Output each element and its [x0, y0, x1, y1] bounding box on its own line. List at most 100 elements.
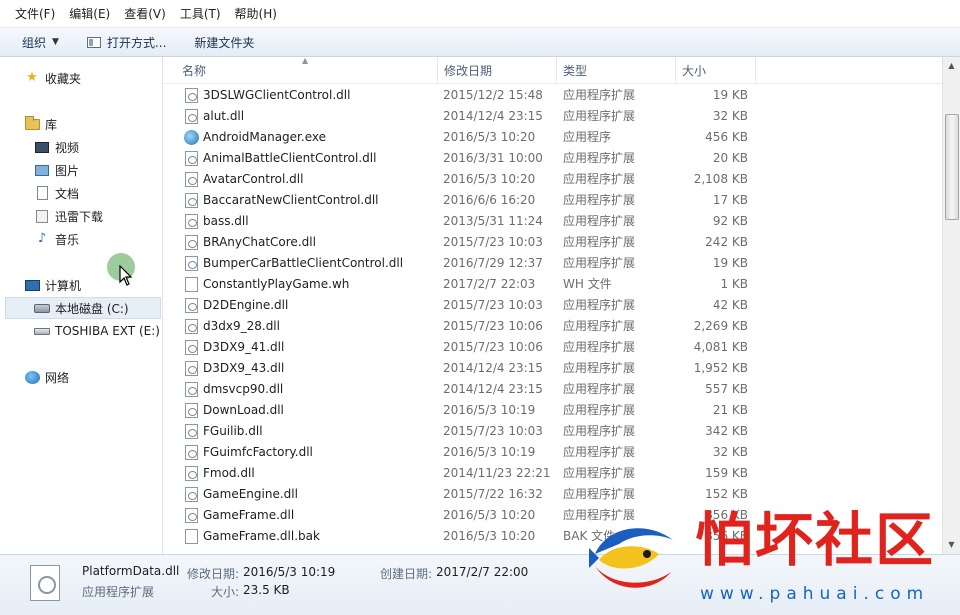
- nav-thunder-downloads[interactable]: 迅雷下载: [0, 205, 162, 227]
- picture-icon: [34, 162, 50, 178]
- file-size: 21 KB: [712, 403, 748, 417]
- column-date-modified[interactable]: 修改日期: [438, 57, 557, 84]
- file-type: 应用程序扩展: [563, 256, 636, 270]
- file-date-modified: 2015/7/23 10:03: [443, 424, 543, 438]
- dll-file-icon: [185, 214, 198, 229]
- file-row[interactable]: AndroidManager.exe 2016/5/3 10:20 应用程序 456 …: [164, 127, 942, 148]
- nav-libraries-label: 库: [45, 117, 58, 132]
- file-date-modified: 2016/5/3 10:20: [443, 508, 536, 522]
- dll-file-icon: [185, 298, 198, 313]
- file-row[interactable]: BumperCarBattleClientControl.dll 2016/7/2…: [164, 253, 942, 274]
- mouse-cursor-icon: [119, 265, 133, 286]
- file-date-modified: 2014/11/23 22:21: [443, 466, 551, 480]
- scroll-up-arrow-icon[interactable]: ▲: [943, 59, 960, 73]
- file-size: 32 KB: [712, 445, 748, 459]
- nav-libraries[interactable]: 库: [0, 113, 162, 135]
- organize-button[interactable]: 组织 ▼: [14, 31, 67, 53]
- file-row[interactable]: bass.dll 2013/5/31 11:24 应用程序扩展 92 KB: [164, 211, 942, 232]
- nav-videos[interactable]: 视频: [0, 136, 162, 158]
- menu-bar: 文件(F) 编辑(E) 查看(V) 工具(T) 帮助(H): [0, 0, 960, 28]
- file-name: Fmod.dll: [203, 466, 255, 480]
- file-type: 应用程序扩展: [563, 361, 636, 375]
- file-type: 应用程序扩展: [563, 466, 636, 480]
- file-type: 应用程序扩展: [563, 340, 636, 354]
- details-filename: PlatformData.dll: [82, 564, 180, 578]
- watermark-url: www.pahuai.com: [700, 584, 930, 604]
- vertical-scrollbar[interactable]: ▲ ▼: [942, 57, 960, 554]
- nav-videos-label: 视频: [55, 140, 80, 155]
- file-type: 应用程序扩展: [563, 445, 636, 459]
- file-size: 17 KB: [712, 193, 748, 207]
- star-icon: ★: [26, 70, 38, 85]
- file-name: dmsvcp90.dll: [203, 382, 284, 396]
- dll-file-icon: [185, 445, 198, 460]
- file-list: 3DSLWGClientControl.dll 2015/12/2 15:48 应用…: [164, 84, 942, 554]
- file-row[interactable]: GameEngine.dll 2015/7/22 16:32 应用程序扩展 152 K…: [164, 484, 942, 505]
- menu-help[interactable]: 帮助(H): [228, 3, 284, 25]
- nav-documents-label: 文档: [55, 186, 80, 201]
- file-row[interactable]: AnimalBattleClientControl.dll 2016/3/31 1…: [164, 148, 942, 169]
- nav-network[interactable]: 网络: [0, 366, 162, 388]
- document-icon: [34, 185, 50, 201]
- dll-file-icon: [185, 424, 198, 439]
- file-row[interactable]: AvatarControl.dll 2016/5/3 10:20 应用程序扩展 2,1…: [164, 169, 942, 190]
- file-date-modified: 2014/12/4 23:15: [443, 382, 543, 396]
- file-name: D2DEngine.dll: [203, 298, 289, 312]
- file-size: 19 KB: [712, 88, 748, 102]
- file-row[interactable]: DownLoad.dll 2016/5/3 10:19 应用程序扩展 21 KB: [164, 400, 942, 421]
- menu-tools[interactable]: 工具(T): [173, 3, 228, 25]
- file-row[interactable]: Fmod.dll 2014/11/23 22:21 应用程序扩展 159 KB: [164, 463, 942, 484]
- file-row[interactable]: D3DX9_41.dll 2015/7/23 10:06 应用程序扩展 4,081 K…: [164, 337, 942, 358]
- file-row[interactable]: BaccaratNewClientControl.dll 2016/6/6 16:…: [164, 190, 942, 211]
- menu-file[interactable]: 文件(F): [8, 3, 62, 25]
- file-row[interactable]: D3DX9_43.dll 2014/12/4 23:15 应用程序扩展 1,952 K…: [164, 358, 942, 379]
- column-size[interactable]: 大小: [676, 57, 756, 84]
- file-type: 应用程序扩展: [563, 235, 636, 249]
- nav-music[interactable]: ♪ 音乐: [0, 228, 162, 250]
- file-row[interactable]: alut.dll 2014/12/4 23:15 应用程序扩展 32 KB: [164, 106, 942, 127]
- file-row[interactable]: FGuilib.dll 2015/7/23 10:03 应用程序扩展 342 KB: [164, 421, 942, 442]
- file-type: 应用程序扩展: [563, 214, 636, 228]
- file-name: DownLoad.dll: [203, 403, 284, 417]
- file-type: 应用程序扩展: [563, 487, 636, 501]
- nav-local-disk-c[interactable]: 本地磁盘 (C:): [5, 297, 161, 319]
- menu-view[interactable]: 查看(V): [117, 3, 173, 25]
- column-name[interactable]: 名称: [176, 57, 438, 84]
- file-date-modified: 2016/5/3 10:20: [443, 172, 536, 186]
- nav-favorites-label: 收藏夹: [45, 71, 82, 86]
- file-date-modified: 2016/7/29 12:37: [443, 256, 543, 270]
- dll-file-icon: [185, 235, 198, 250]
- new-folder-button[interactable]: 新建文件夹: [186, 31, 262, 53]
- file-row[interactable]: FGuimfcFactory.dll 2016/5/3 10:19 应用程序扩展 32…: [164, 442, 942, 463]
- open-with-button[interactable]: 打开方式...: [79, 31, 174, 53]
- file-date-modified: 2016/5/3 10:19: [443, 403, 536, 417]
- menu-edit[interactable]: 编辑(E): [62, 3, 117, 25]
- scrollbar-thumb[interactable]: [945, 114, 959, 220]
- nav-toshiba-e-label: TOSHIBA EXT (E:): [55, 324, 160, 338]
- nav-pictures[interactable]: 图片: [0, 159, 162, 181]
- watermark-fish-logo-icon: [589, 528, 673, 588]
- nav-favorites[interactable]: ★ 收藏夹: [0, 67, 162, 89]
- file-name: bass.dll: [203, 214, 249, 228]
- file-row[interactable]: BRAnyChatCore.dll 2015/7/23 10:03 应用程序扩展 24…: [164, 232, 942, 253]
- file-name: FGuimfcFactory.dll: [203, 445, 313, 459]
- file-row[interactable]: dmsvcp90.dll 2014/12/4 23:15 应用程序扩展 557 KB: [164, 379, 942, 400]
- details-created-label: 创建日期:: [380, 567, 433, 581]
- column-type[interactable]: 类型: [557, 57, 676, 84]
- file-row[interactable]: d3dx9_28.dll 2015/7/23 10:06 应用程序扩展 2,269 K…: [164, 316, 942, 337]
- file-size: 152 KB: [705, 487, 748, 501]
- file-row[interactable]: 3DSLWGClientControl.dll 2015/12/2 15:48 应用…: [164, 85, 942, 106]
- network-icon: [24, 369, 40, 385]
- file-size: 2,269 KB: [693, 319, 748, 333]
- file-size: 456 KB: [705, 130, 748, 144]
- nav-toshiba-e[interactable]: TOSHIBA EXT (E:): [0, 320, 162, 342]
- scroll-down-arrow-icon[interactable]: ▼: [943, 538, 960, 552]
- file-row[interactable]: ConstantlyPlayGame.wh 2017/2/7 22:03 WH 文件…: [164, 274, 942, 295]
- file-row[interactable]: D2DEngine.dll 2015/7/23 10:03 应用程序扩展 42 KB: [164, 295, 942, 316]
- nav-computer[interactable]: 计算机: [0, 274, 162, 296]
- details-type-value: 应用程序扩展: [82, 585, 155, 599]
- dll-file-icon: [185, 340, 198, 355]
- file-type: 应用程序扩展: [563, 382, 636, 396]
- nav-documents[interactable]: 文档: [0, 182, 162, 204]
- file-size: 557 KB: [705, 382, 748, 396]
